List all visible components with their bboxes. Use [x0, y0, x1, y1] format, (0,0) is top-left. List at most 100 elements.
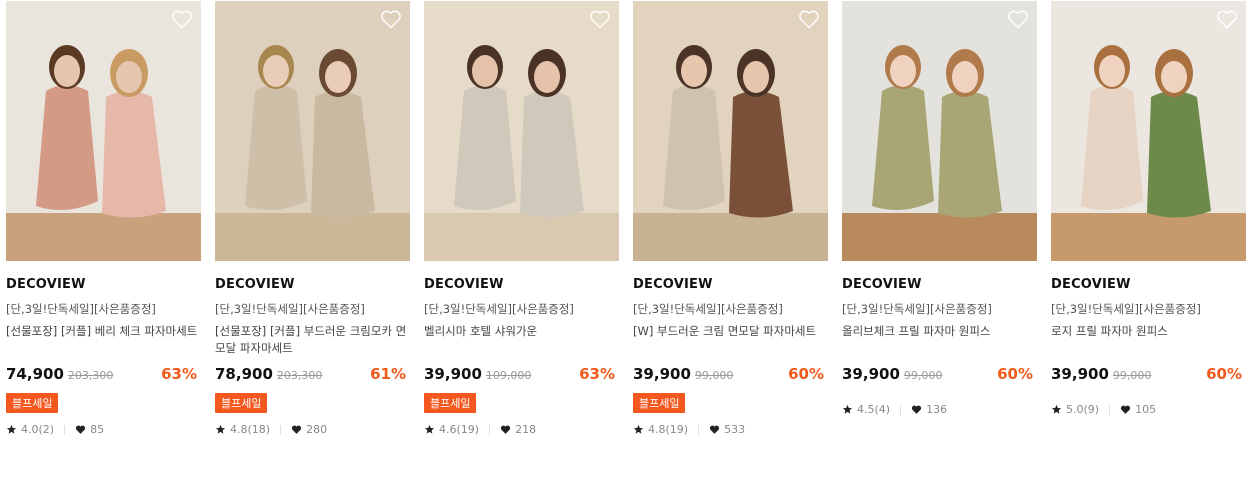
promo-text: [단,3일!단독세일][사은품증정]: [633, 302, 783, 316]
product-card[interactable]: DECOVIEW [단,3일!단독세일][사은품증정] [선물포장] [커플] …: [215, 1, 410, 436]
brand-name[interactable]: DECOVIEW: [1051, 277, 1246, 292]
original-price: 109,000: [485, 369, 532, 382]
likes-count: 280: [306, 423, 328, 436]
product-name[interactable]: 로지 프릴 파자마 원피스: [1051, 323, 1246, 357]
product-stats: 4.8(18) 280: [215, 423, 410, 436]
badge-wrap: 블프세일: [6, 383, 201, 413]
badge-wrap: 블프세일: [215, 383, 410, 413]
wishlist-heart-icon[interactable]: [589, 9, 611, 29]
discount-rate: 60%: [788, 365, 824, 383]
sale-badge: 블프세일: [6, 393, 59, 413]
product-image[interactable]: [424, 1, 619, 261]
brand-name[interactable]: DECOVIEW: [633, 277, 828, 292]
heart-filled-icon: [911, 405, 922, 414]
sale-badge: 블프세일: [215, 393, 268, 413]
promo-text: [단,3일!단독세일][사은품증정]: [215, 302, 365, 316]
wishlist-heart-icon[interactable]: [380, 9, 402, 29]
star-icon: [215, 424, 226, 434]
product-name[interactable]: [선물포장] [커플] 베리 체크 파자마세트: [6, 323, 201, 357]
brand-name[interactable]: DECOVIEW: [842, 277, 1037, 292]
product-name[interactable]: [W] 부드러운 크림 면모달 파자마세트: [633, 323, 828, 357]
product-card[interactable]: DECOVIEW [단,3일!단독세일][사은품증정] 올리브체크 프릴 파자마…: [842, 1, 1037, 436]
likes-count: 105: [1135, 403, 1157, 416]
original-price: 99,000: [1112, 369, 1152, 382]
rating-text: 4.8(19): [648, 423, 689, 436]
price-row: 39,900 109,000 63%: [424, 365, 619, 383]
heart-filled-icon: [500, 425, 511, 434]
divider: [1109, 404, 1111, 415]
star-icon: [842, 404, 853, 414]
product-image[interactable]: [633, 1, 828, 261]
discount-rate: 63%: [161, 365, 197, 383]
product-stats: 4.8(19) 533: [633, 423, 828, 436]
product-stats: 5.0(9) 105: [1051, 403, 1246, 416]
heart-filled-icon: [291, 425, 302, 434]
divider: [698, 424, 700, 435]
product-card[interactable]: DECOVIEW [단,3일!단독세일][사은품증정] 로지 프릴 파자마 원피…: [1051, 1, 1246, 436]
divider: [64, 424, 66, 435]
heart-filled-icon: [1120, 405, 1131, 414]
likes-count: 533: [724, 423, 746, 436]
rating-text: 4.0(2): [21, 423, 55, 436]
sale-price: 39,900: [842, 365, 900, 383]
promo-text: [단,3일!단독세일][사은품증정]: [6, 302, 156, 316]
wishlist-heart-icon[interactable]: [1216, 9, 1238, 29]
product-card[interactable]: DECOVIEW [단,3일!단독세일][사은품증정] 벨리시마 호텔 샤워가운…: [424, 1, 619, 436]
discount-rate: 60%: [997, 365, 1033, 383]
wishlist-heart-icon[interactable]: [171, 9, 193, 29]
heart-filled-icon: [709, 425, 720, 434]
wishlist-heart-icon[interactable]: [1007, 9, 1029, 29]
rating-text: 5.0(9): [1066, 403, 1100, 416]
product-stats: 4.5(4) 136: [842, 403, 1037, 416]
star-icon: [6, 424, 17, 434]
product-image[interactable]: [215, 1, 410, 261]
star-icon: [424, 424, 435, 434]
sale-price: 78,900: [215, 365, 273, 383]
product-card[interactable]: DECOVIEW [단,3일!단독세일][사은품증정] [W] 부드러운 크림 …: [633, 1, 828, 436]
price-row: 78,900 203,300 61%: [215, 365, 410, 383]
price-row: 39,900 99,000 60%: [842, 365, 1037, 383]
price-row: 39,900 99,000 60%: [633, 365, 828, 383]
badge-wrap: 블프세일: [633, 383, 828, 413]
brand-name[interactable]: DECOVIEW: [215, 277, 410, 292]
sale-badge: 블프세일: [424, 393, 477, 413]
sale-price: 39,900: [633, 365, 691, 383]
rating-text: 4.6(19): [439, 423, 480, 436]
price-row: 39,900 99,000 60%: [1051, 365, 1246, 383]
brand-name[interactable]: DECOVIEW: [6, 277, 201, 292]
product-stats: 4.0(2) 85: [6, 423, 201, 436]
product-name[interactable]: [선물포장] [커플] 부드러운 크림모카 면모달 파자마세트: [215, 323, 410, 357]
discount-rate: 63%: [579, 365, 615, 383]
likes-count: 136: [926, 403, 948, 416]
divider: [489, 424, 491, 435]
sale-price: 39,900: [1051, 365, 1109, 383]
product-image[interactable]: [842, 1, 1037, 261]
original-price: 203,300: [67, 369, 114, 382]
brand-name[interactable]: DECOVIEW: [424, 277, 619, 292]
rating-text: 4.5(4): [857, 403, 891, 416]
product-grid: DECOVIEW [단,3일!단독세일][사은품증정] [선물포장] [커플] …: [6, 1, 1246, 436]
divider: [280, 424, 282, 435]
promo-text: [단,3일!단독세일][사은품증정]: [842, 302, 992, 316]
rating-text: 4.8(18): [230, 423, 271, 436]
original-price: 99,000: [694, 369, 734, 382]
wishlist-heart-icon[interactable]: [798, 9, 820, 29]
product-name[interactable]: 올리브체크 프릴 파자마 원피스: [842, 323, 1037, 357]
sale-price: 74,900: [6, 365, 64, 383]
product-name[interactable]: 벨리시마 호텔 샤워가운: [424, 323, 619, 357]
star-icon: [633, 424, 644, 434]
sale-badge: 블프세일: [633, 393, 686, 413]
promo-text: [단,3일!단독세일][사은품증정]: [424, 302, 574, 316]
likes-count: 218: [515, 423, 537, 436]
product-card[interactable]: DECOVIEW [단,3일!단독세일][사은품증정] [선물포장] [커플] …: [6, 1, 201, 436]
product-stats: 4.6(19) 218: [424, 423, 619, 436]
badge-wrap: 블프세일: [424, 383, 619, 413]
divider: [900, 404, 902, 415]
heart-filled-icon: [75, 425, 86, 434]
product-image[interactable]: [6, 1, 201, 261]
promo-text: [단,3일!단독세일][사은품증정]: [1051, 302, 1201, 316]
sale-price: 39,900: [424, 365, 482, 383]
original-price: 203,300: [276, 369, 323, 382]
product-image[interactable]: [1051, 1, 1246, 261]
star-icon: [1051, 404, 1062, 414]
